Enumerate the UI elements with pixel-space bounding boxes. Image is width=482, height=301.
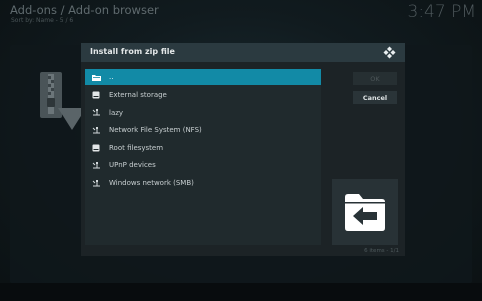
page-title: Add-ons / Add-on browser	[10, 3, 159, 17]
list-item-label: lazy	[109, 108, 124, 117]
cancel-button[interactable]: Cancel	[353, 91, 397, 104]
ok-button[interactable]: OK	[353, 72, 397, 85]
drive-icon	[91, 90, 101, 100]
list-item-root-filesystem[interactable]: Root filesystem	[85, 140, 321, 156]
list-item-label: External storage	[109, 91, 167, 99]
list-item-parent-folder[interactable]: ..	[85, 69, 321, 85]
clock: 3:47 PM	[407, 2, 477, 22]
list-item-nfs[interactable]: Network File System (NFS)	[85, 122, 321, 138]
dialog-header: Install from zip file	[81, 43, 405, 62]
install-from-zip-dialog: Install from zip file .. External storag…	[81, 43, 405, 256]
network-icon	[91, 125, 101, 135]
background-bottom-bar	[0, 283, 482, 301]
list-item-label: ..	[109, 73, 114, 81]
list-item-label: Network File System (NFS)	[109, 126, 202, 134]
list-item-upnp-devices[interactable]: UPnP devices	[85, 157, 321, 173]
list-item-label: Root filesystem	[109, 143, 164, 152]
network-icon	[91, 108, 101, 118]
dialog-title: Install from zip file	[90, 46, 175, 56]
list-item-label: Windows network (SMB)	[109, 179, 194, 187]
list-item-windows-network[interactable]: Windows network (SMB)	[85, 175, 321, 191]
list-item-external-storage[interactable]: External storage	[85, 87, 321, 103]
network-icon	[91, 178, 101, 188]
sort-info: Sort by: Name - 5 / 6	[11, 17, 74, 24]
folder-icon	[91, 72, 101, 82]
list-item-lazy[interactable]: lazy	[85, 105, 321, 121]
folder-back-icon	[345, 194, 385, 231]
preview-panel	[332, 179, 398, 245]
network-icon	[91, 160, 101, 170]
file-list: .. External storage lazy Network File Sy…	[85, 69, 321, 245]
drive-icon	[91, 143, 101, 153]
list-item-label: UPnP devices	[109, 161, 156, 169]
item-count: 6 items - 1/1	[364, 248, 399, 254]
kodi-logo-icon	[383, 46, 396, 59]
